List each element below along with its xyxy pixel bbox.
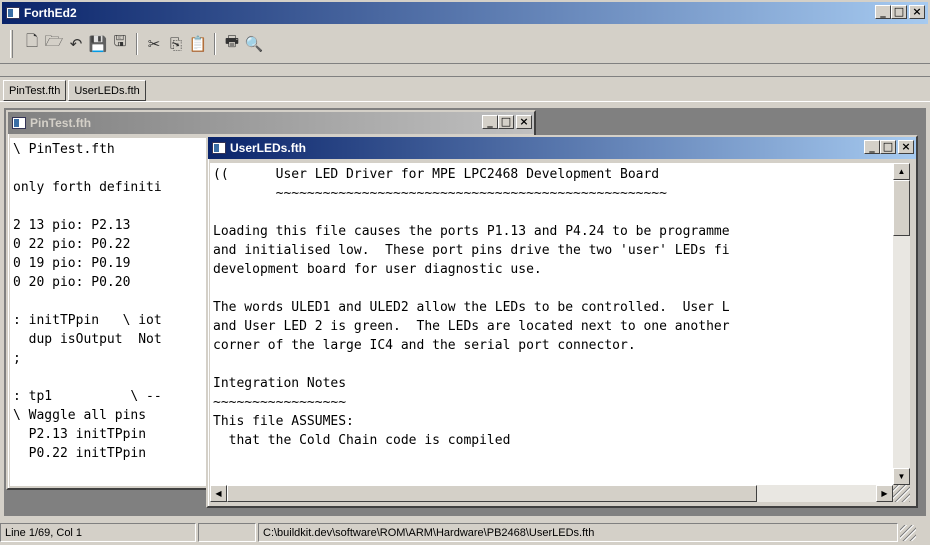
- print-icon[interactable]: 🖶: [221, 32, 243, 55]
- pintest-minimize-button[interactable]: _: [482, 115, 498, 129]
- pintest-title: PinTest.fth: [30, 116, 92, 130]
- code-line[interactable]: The words ULED1 and ULED2 allow the LEDs…: [213, 298, 893, 317]
- tab-pintest[interactable]: PinTest.fth: [3, 80, 67, 101]
- userleds-maximize-button[interactable]: □: [880, 140, 896, 154]
- save-all-icon[interactable]: 🖫: [109, 32, 131, 55]
- code-line[interactable]: (( User LED Driver for MPE LPC2468 Devel…: [213, 165, 893, 184]
- document-icon: [212, 142, 226, 154]
- pintest-titlebar[interactable]: PinTest.fth _ □ ×: [8, 112, 534, 134]
- code-line[interactable]: [13, 292, 210, 311]
- tab-userleds[interactable]: UserLEDs.fth: [68, 80, 146, 101]
- scroll-right-arrow-icon[interactable]: ▶: [876, 485, 893, 502]
- code-line[interactable]: [13, 197, 210, 216]
- minimize-button[interactable]: _: [875, 5, 891, 19]
- statusbar: Line 1/69, Col 1 C:\buildkit.dev\softwar…: [0, 520, 930, 545]
- pintest-editor[interactable]: \ PinTest.fth only forth definiti 2 13 pio…: [10, 138, 210, 486]
- maximize-button[interactable]: □: [891, 5, 907, 19]
- pintest-maximize-button[interactable]: □: [498, 115, 514, 129]
- scroll-up-arrow-icon[interactable]: ▲: [893, 163, 910, 180]
- code-line[interactable]: This file ASSUMES:: [213, 412, 893, 431]
- mdi-client-area: PinTest.fth _ □ × \ PinTest.fth only fort…: [4, 108, 926, 516]
- toolbar: 🗋 🗁 ↶ 💾 🖫 ✂ ⎘ 📋 🖶 🔍: [0, 24, 930, 64]
- userleds-title: UserLEDs.fth: [230, 141, 307, 155]
- save-icon[interactable]: 💾: [87, 33, 109, 55]
- code-line[interactable]: 2 13 pio: P2.13: [13, 216, 210, 235]
- app-titlebar[interactable]: ForthEd2 _ □ ×: [2, 2, 928, 24]
- toolbar-separator: [214, 32, 216, 55]
- paste-icon[interactable]: 📋: [187, 33, 209, 55]
- close-button[interactable]: ×: [909, 5, 925, 19]
- cursor-position: Line 1/69, Col 1: [0, 523, 196, 542]
- toolbar-separator: [136, 32, 138, 55]
- code-line[interactable]: [213, 203, 893, 222]
- userleds-titlebar[interactable]: UserLEDs.fth _ □ ×: [208, 137, 916, 159]
- code-line[interactable]: 0 19 pio: P0.19: [13, 254, 210, 273]
- vertical-scroll-thumb[interactable]: [893, 180, 910, 236]
- code-line[interactable]: and initialised low. These port pins dri…: [213, 241, 893, 260]
- find-icon[interactable]: 🔍: [243, 33, 265, 55]
- userleds-vertical-scrollbar[interactable]: ▲ ▼: [893, 163, 910, 485]
- new-file-icon[interactable]: 🗋: [21, 32, 43, 55]
- pintest-close-button[interactable]: ×: [516, 115, 532, 129]
- code-line[interactable]: only forth definiti: [13, 178, 210, 197]
- code-line[interactable]: 0 22 pio: P0.22: [13, 235, 210, 254]
- userleds-editor[interactable]: (( User LED Driver for MPE LPC2468 Devel…: [210, 163, 893, 485]
- code-line[interactable]: [13, 368, 210, 387]
- userleds-window[interactable]: UserLEDs.fth _ □ × (( User LED Driver fo…: [206, 135, 918, 508]
- document-tabs: PinTest.fth UserLEDs.fth: [0, 76, 930, 102]
- code-line[interactable]: development board for user diagnostic us…: [213, 260, 893, 279]
- code-line[interactable]: corner of the large IC4 and the serial p…: [213, 336, 893, 355]
- code-line[interactable]: ~~~~~~~~~~~~~~~~~: [213, 393, 893, 412]
- code-line[interactable]: and User LED 2 is green. The LEDs are lo…: [213, 317, 893, 336]
- code-line[interactable]: P0.22 initTPpin: [13, 444, 210, 463]
- copy-icon[interactable]: ⎘: [165, 33, 187, 55]
- document-icon: [12, 117, 26, 129]
- scroll-left-arrow-icon[interactable]: ◀: [210, 485, 227, 502]
- size-grip-icon[interactable]: [893, 485, 910, 502]
- code-line[interactable]: Integration Notes: [213, 374, 893, 393]
- userleds-horizontal-scrollbar[interactable]: ◀ ▶: [210, 485, 893, 502]
- code-line[interactable]: that the Cold Chain code is compiled: [213, 431, 893, 450]
- code-line[interactable]: [13, 159, 210, 178]
- code-line[interactable]: \ Waggle all pins: [13, 406, 210, 425]
- toolbar-grip[interactable]: [10, 29, 13, 58]
- code-line[interactable]: [213, 355, 893, 374]
- app-icon: [6, 7, 20, 19]
- code-line[interactable]: dup isOutput Not: [13, 330, 210, 349]
- cut-icon[interactable]: ✂: [143, 33, 165, 55]
- code-line[interactable]: [213, 279, 893, 298]
- code-line[interactable]: ~~~~~~~~~~~~~~~~~~~~~~~~~~~~~~~~~~~~~~~~…: [213, 184, 893, 203]
- open-file-icon[interactable]: 🗁: [43, 32, 65, 55]
- userleds-close-button[interactable]: ×: [898, 140, 914, 154]
- code-line[interactable]: : tp1 \ --: [13, 387, 210, 406]
- status-mode: [198, 523, 256, 542]
- code-line[interactable]: \ PinTest.fth: [13, 140, 210, 159]
- app-title: ForthEd2: [24, 6, 77, 20]
- code-line[interactable]: ;: [13, 349, 210, 368]
- code-line[interactable]: Loading this file causes the ports P1.13…: [213, 222, 893, 241]
- code-line[interactable]: : initTPpin \ iot: [13, 311, 210, 330]
- userleds-minimize-button[interactable]: _: [864, 140, 880, 154]
- status-size-grip-icon[interactable]: [900, 524, 916, 541]
- file-path: C:\buildkit.dev\software\ROM\ARM\Hardwar…: [258, 523, 898, 542]
- horizontal-scroll-thumb[interactable]: [227, 485, 757, 502]
- code-line[interactable]: P2.13 initTPpin: [13, 425, 210, 444]
- code-line[interactable]: 0 20 pio: P0.20: [13, 273, 210, 292]
- scroll-down-arrow-icon[interactable]: ▼: [893, 468, 910, 485]
- reopen-icon[interactable]: ↶: [65, 33, 87, 55]
